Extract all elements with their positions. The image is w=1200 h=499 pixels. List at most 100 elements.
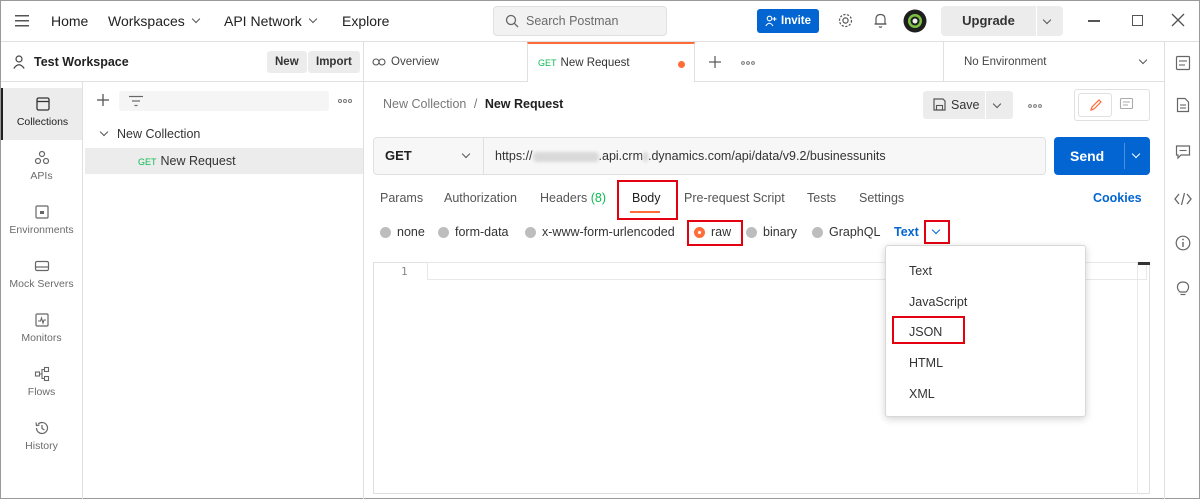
radio-form-data[interactable]: form-data [438, 225, 509, 239]
filter-icon [129, 95, 143, 107]
save-button[interactable]: Save [923, 91, 985, 119]
chevron-down-icon [1042, 15, 1052, 25]
environment-selector[interactable]: No Environment [943, 42, 1164, 82]
api-network-menu[interactable]: API Network [224, 13, 318, 29]
environments-icon [34, 204, 50, 220]
url-input[interactable]: https:// .api.crm .dynamics.com/api/data/v… [495, 137, 886, 175]
tab-params[interactable]: Params [380, 191, 423, 205]
breadcrumb-current[interactable]: New Request [485, 97, 564, 111]
line-number: 1 [401, 265, 408, 278]
maximize-icon[interactable] [1132, 15, 1143, 26]
search-icon [505, 14, 519, 28]
breadcrumb-parent[interactable]: New Collection [383, 97, 466, 111]
flows-icon [34, 366, 50, 382]
minimize-icon[interactable] [1088, 20, 1100, 22]
tab-headers-label: Headers [540, 191, 588, 205]
request-item[interactable]: GET New Request [85, 148, 363, 174]
redacted-text [642, 151, 648, 162]
new-button[interactable]: New [267, 51, 307, 73]
save-icon [933, 98, 946, 111]
chevron-down-icon [931, 225, 941, 235]
tab-overview[interactable]: Overview [372, 42, 439, 82]
sidebar-item-apis[interactable]: APIs [1, 142, 82, 194]
request-item-label: GET New Request [138, 154, 236, 168]
import-button[interactable]: Import [308, 51, 360, 73]
new-tab-icon[interactable] [709, 56, 721, 68]
workspaces-label: Workspaces [108, 13, 185, 29]
explore-link[interactable]: Explore [342, 13, 389, 29]
filter-input[interactable] [119, 91, 329, 111]
tab-tests[interactable]: Tests [807, 191, 836, 205]
send-button[interactable]: Send [1054, 137, 1150, 175]
scrollbar-thumb[interactable] [1138, 262, 1150, 265]
more-options-icon[interactable] [338, 99, 352, 103]
tab-options-icon[interactable] [741, 61, 755, 65]
chevron-down-icon[interactable] [1131, 149, 1141, 159]
send-label: Send [1070, 148, 1105, 164]
lightbulb-icon[interactable] [1175, 280, 1191, 298]
sidebar-item-flows[interactable]: Flows [1, 358, 82, 410]
radio-none[interactable]: none [380, 225, 425, 239]
editor-scrollbar[interactable] [1137, 262, 1150, 494]
pencil-icon [1089, 98, 1103, 112]
documentation-icon[interactable] [1176, 97, 1190, 113]
url-middle: .api.crm [598, 149, 643, 163]
notifications-bell-icon[interactable] [873, 12, 888, 29]
workspaces-menu[interactable]: Workspaces [108, 13, 201, 29]
code-snippet-icon[interactable] [1174, 192, 1192, 206]
avatar[interactable] [903, 9, 927, 33]
apis-icon [34, 150, 50, 166]
menu-item-text[interactable]: Text [909, 264, 932, 278]
tab-headers[interactable]: Headers (8) [540, 191, 606, 205]
sidebar-item-collections[interactable]: Collections [1, 88, 82, 140]
method-select[interactable]: GET [373, 137, 484, 175]
menu-item-html[interactable]: HTML [909, 356, 943, 370]
cookies-link[interactable]: Cookies [1093, 191, 1142, 205]
sidebar-item-history[interactable]: History [1, 412, 82, 464]
sidebar-item-label: Environments [9, 224, 74, 236]
invite-button[interactable]: Invite [757, 9, 819, 33]
collection-name: New Collection [117, 127, 201, 141]
search-placeholder: Search Postman [526, 14, 619, 28]
tab-new-request[interactable]: GET New Request [527, 42, 695, 82]
add-user-icon [765, 15, 777, 27]
menu-item-javascript[interactable]: JavaScript [909, 295, 967, 309]
history-icon [34, 420, 50, 436]
tab-settings[interactable]: Settings [859, 191, 904, 205]
tab-pre-request-script[interactable]: Pre-request Script [684, 191, 785, 205]
close-icon[interactable] [1171, 13, 1185, 27]
upgrade-dropdown-button[interactable] [1037, 6, 1063, 36]
request-options-icon[interactable] [1028, 104, 1042, 108]
sidebar-item-environments[interactable]: Environments [1, 196, 82, 248]
sidebar-item-label: Collections [16, 116, 69, 128]
highlight-json-option [892, 316, 965, 344]
sidebar-item-monitors[interactable]: Monitors [1, 304, 82, 356]
info-icon[interactable] [1175, 235, 1191, 251]
menu-item-xml[interactable]: XML [909, 387, 935, 401]
format-select[interactable]: Text [894, 225, 919, 239]
highlight-raw-option [687, 220, 743, 246]
comments-icon[interactable] [1175, 144, 1191, 160]
radio-binary[interactable]: binary [746, 225, 797, 239]
sidebar-rail: Collections APIs Environments Mock Serve… [1, 82, 83, 499]
comment-mode-icon[interactable] [1119, 97, 1134, 112]
hamburger-menu-icon[interactable] [15, 15, 29, 27]
sidebar-item-mock-servers[interactable]: Mock Servers [1, 250, 82, 302]
save-dropdown-button[interactable] [986, 91, 1013, 119]
upgrade-button[interactable]: Upgrade [941, 6, 1036, 36]
tab-authorization[interactable]: Authorization [444, 191, 517, 205]
environment-quick-look-icon[interactable] [1175, 55, 1191, 71]
environment-label: No Environment [964, 56, 1047, 68]
search-input[interactable]: Search Postman [493, 6, 667, 36]
home-link[interactable]: Home [51, 13, 88, 29]
invite-label: Invite [781, 15, 812, 27]
add-collection-icon[interactable] [97, 94, 109, 106]
settings-gear-icon[interactable] [837, 12, 854, 29]
highlight-format-dropdown[interactable] [924, 220, 950, 244]
collection-item[interactable]: New Collection [99, 127, 200, 141]
api-network-label: API Network [224, 13, 302, 29]
radio-urlencoded[interactable]: x-www-form-urlencoded [525, 225, 675, 239]
radio-graphql[interactable]: GraphQL [812, 225, 880, 239]
edit-mode-button[interactable] [1078, 93, 1112, 117]
radio-none-label: none [397, 225, 425, 239]
